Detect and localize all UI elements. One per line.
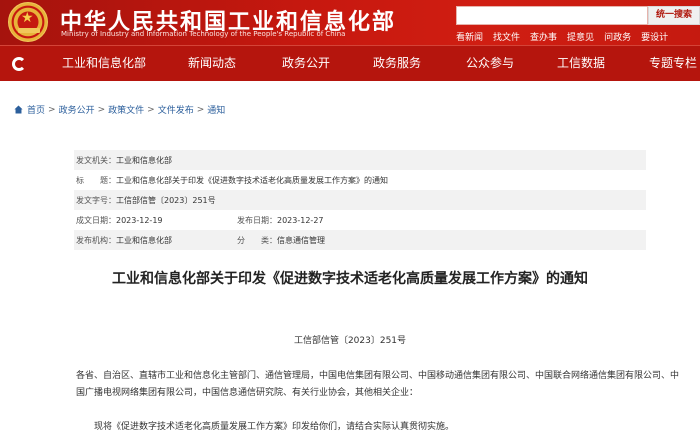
agency-value: 工业和信息化部 [116, 235, 172, 245]
meta-row-doc-number: 发文字号： 工信部信管〔2023〕251号 [74, 190, 646, 210]
agency-label: 发布机构： [76, 235, 116, 245]
article-title: 工业和信息化部关于印发《促进数字技术适老化高质量发展工作方案》的通知 [112, 271, 588, 287]
breadcrumb-separator: > [97, 104, 106, 115]
breadcrumb: 首页 > 政务公开 > 政策文件 > 文件发布 > 通知 [14, 103, 225, 116]
quick-link-services[interactable]: 查办事 [530, 30, 557, 43]
nav-item-data[interactable]: 工信数据 [557, 46, 605, 81]
main-nav: 工业和信息化部 新闻动态 政务公开 政务服务 公众参与 工信数据 专题专栏 [0, 45, 700, 81]
published-date-label: 发布日期： [237, 215, 277, 225]
category-label: 分 类： [237, 235, 277, 245]
issuer-label: 发文机关： [76, 155, 116, 165]
breadcrumb-file-release[interactable]: 文件发布 [158, 103, 194, 116]
meta-row-title: 标 题： 工业和信息化部关于印发《促进数字技术适老化高质量发展工作方案》的通知 [74, 170, 646, 190]
breadcrumb-separator: > [196, 104, 205, 115]
category-value: 信息通信管理 [277, 235, 325, 245]
document-metadata: 发文机关： 工业和信息化部 标 题： 工业和信息化部关于印发《促进数字技术适老化… [74, 150, 646, 250]
search-button[interactable]: 统一搜索 [648, 6, 700, 25]
doc-number-value: 工信部信管〔2023〕251号 [116, 195, 216, 205]
nav-item-topics[interactable]: 专题专栏 [649, 46, 697, 81]
breadcrumb-open-government[interactable]: 政务公开 [59, 103, 95, 116]
quick-link-feedback[interactable]: 提意见 [567, 30, 594, 43]
quick-link-design[interactable]: 要设计 [641, 30, 668, 43]
national-emblem-icon: ★ [8, 2, 48, 42]
meta-row-dates: 成文日期： 2023-12-19 发布日期： 2023-12-27 [74, 210, 646, 230]
article-doc-number: 工信部信管〔2023〕251号 [293, 336, 407, 346]
nav-item-public-participation[interactable]: 公众参与 [466, 46, 514, 81]
meta-row-issuer: 发文机关： 工业和信息化部 [74, 150, 646, 170]
title-value: 工业和信息化部关于印发《促进数字技术适老化高质量发展工作方案》的通知 [116, 175, 388, 185]
breadcrumb-separator: > [147, 104, 155, 115]
site-title-english: Ministry of Industry and Information Tec… [61, 30, 346, 38]
quick-link-news[interactable]: 看新闻 [456, 30, 483, 43]
breadcrumb-policy-documents[interactable]: 政策文件 [108, 103, 144, 116]
created-date-value: 2023-12-19 [116, 215, 163, 225]
quick-link-inquiry[interactable]: 问政务 [604, 30, 631, 43]
nav-item-open-government[interactable]: 政务公开 [282, 46, 330, 81]
quick-links: 看新闻 找文件 查办事 提意见 问政务 要设计 [456, 30, 668, 43]
article-paragraph-notice: 现将《促进数字技术适老化高质量发展工作方案》印发给你们，请结合实际认真贯彻实施。 [94, 422, 455, 432]
title-label: 标 题： [76, 175, 116, 185]
created-date-label: 成文日期： [76, 215, 116, 225]
published-date-value: 2023-12-27 [277, 215, 324, 225]
breadcrumb-notice[interactable]: 通知 [207, 103, 225, 116]
breadcrumb-separator: > [48, 104, 56, 115]
nav-item-news[interactable]: 新闻动态 [188, 46, 236, 81]
search-input[interactable] [456, 6, 648, 25]
doc-number-label: 发文字号： [76, 195, 116, 205]
issuer-value: 工业和信息化部 [116, 155, 172, 165]
home-icon [14, 105, 23, 114]
nav-item-services[interactable]: 政务服务 [373, 46, 421, 81]
quick-link-files[interactable]: 找文件 [493, 30, 520, 43]
nav-item-ministry[interactable]: 工业和信息化部 [62, 46, 146, 81]
home-logo-icon[interactable] [0, 46, 38, 81]
article-paragraph-recipients: 各省、自治区、直辖市工业和信息化主管部门、通信管理局，中国电信集团有限公司、中国… [76, 371, 680, 398]
site-header: ★ 中华人民共和国工业和信息化部 Ministry of Industry an… [0, 0, 700, 45]
meta-row-agency: 发布机构： 工业和信息化部 分 类： 信息通信管理 [74, 230, 646, 250]
breadcrumb-home[interactable]: 首页 [27, 103, 45, 116]
